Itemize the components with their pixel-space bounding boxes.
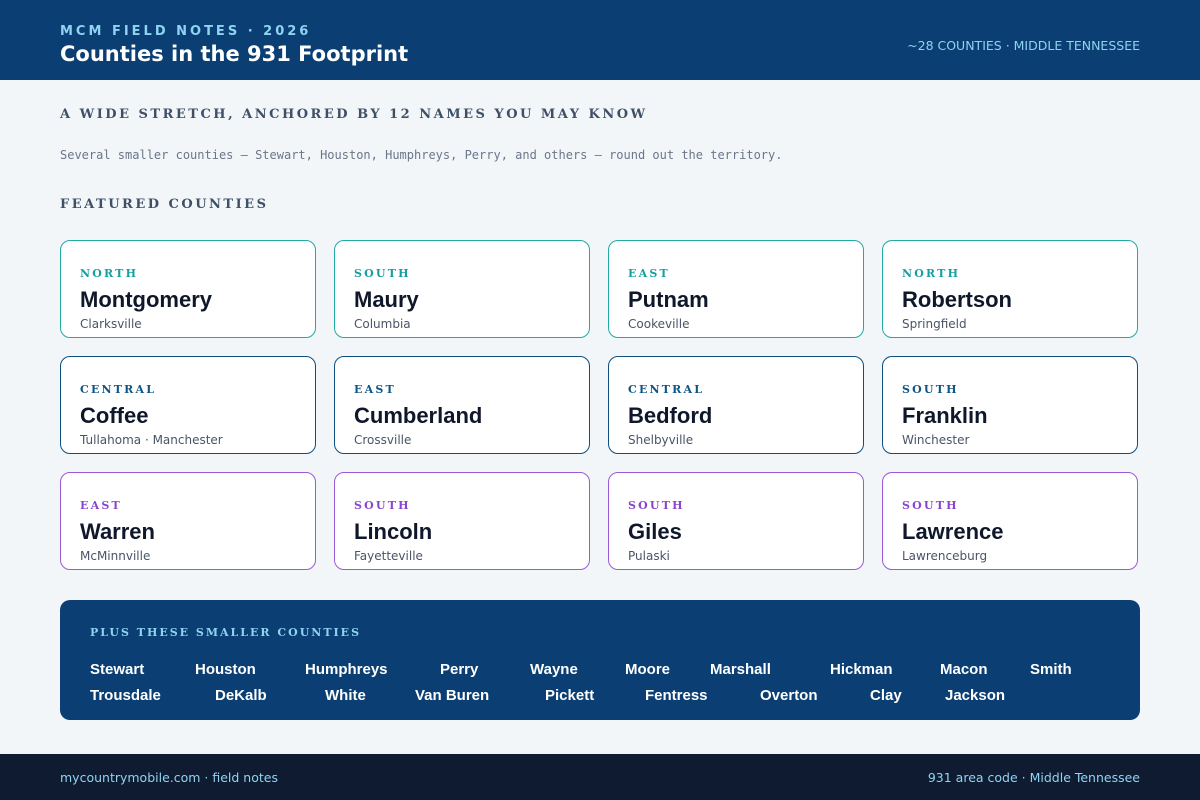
county-card: SOUTH Lincoln Fayetteville: [334, 472, 590, 570]
county-card: NORTH Montgomery Clarksville: [60, 240, 316, 338]
county-city: Lawrenceburg: [902, 549, 988, 563]
county-tag: Marshall: [710, 661, 771, 678]
county-tag: Pickett: [545, 687, 595, 704]
county-name: Putnam: [628, 287, 709, 312]
county-city: Columbia: [354, 317, 411, 331]
county-city: McMinnville: [80, 549, 151, 563]
county-tag: Macon: [940, 661, 988, 678]
county-region: NORTH: [80, 267, 139, 280]
county-tag: Stewart: [90, 661, 145, 678]
county-city: Clarksville: [80, 317, 142, 331]
county-name: Cumberland: [354, 403, 483, 428]
county-tag: Overton: [760, 687, 818, 704]
county-card: SOUTH Maury Columbia: [334, 240, 590, 338]
county-region: SOUTH: [902, 383, 959, 396]
footer-source: mycountrymobile.com · field notes: [60, 770, 278, 785]
intro-heading: A WIDE STRETCH, ANCHORED BY 12 NAMES YOU…: [60, 107, 648, 122]
county-card: SOUTH Giles Pulaski: [608, 472, 864, 570]
county-card: EAST Warren McMinnville: [60, 472, 316, 570]
county-card: CENTRAL Coffee Tullahoma · Manchester: [60, 356, 316, 454]
county-card: EAST Cumberland Crossville: [334, 356, 590, 454]
county-city: Springfield: [902, 317, 967, 331]
county-city: Pulaski: [628, 549, 670, 563]
county-city: Crossville: [354, 433, 412, 447]
county-tag: Perry: [440, 661, 479, 678]
county-tag: Trousdale: [90, 687, 161, 704]
county-name: Lincoln: [354, 519, 433, 544]
county-tag: Houston: [195, 661, 256, 678]
footer-area-code: 931 area code · Middle Tennessee: [927, 770, 1140, 785]
county-name: Robertson: [902, 287, 1012, 312]
smaller-counties-panel: PLUS THESE SMALLER COUNTIES Stewart Hous…: [60, 600, 1140, 720]
county-name: Coffee: [80, 403, 149, 428]
county-tag: Smith: [1030, 661, 1072, 678]
county-name: Giles: [628, 519, 682, 544]
county-card: SOUTH Lawrence Lawrenceburg: [882, 472, 1138, 570]
county-card: SOUTH Franklin Winchester: [882, 356, 1138, 454]
county-tag: White: [325, 687, 366, 704]
county-tag: Fentress: [645, 687, 708, 704]
county-name: Lawrence: [902, 519, 1004, 544]
county-tag: Wayne: [530, 661, 578, 678]
county-city: Shelbyville: [628, 433, 694, 447]
county-card: NORTH Robertson Springfield: [882, 240, 1138, 338]
county-name: Maury: [354, 287, 419, 312]
county-city: Cookeville: [628, 317, 690, 331]
county-card: CENTRAL Bedford Shelbyville: [608, 356, 864, 454]
county-region: SOUTH: [354, 499, 411, 512]
county-name: Franklin: [902, 403, 988, 428]
county-region: EAST: [354, 383, 396, 396]
county-region: EAST: [628, 267, 670, 280]
county-region: EAST: [80, 499, 122, 512]
county-card: EAST Putnam Cookeville: [608, 240, 864, 338]
county-region: NORTH: [902, 267, 961, 280]
header-summary: ~28 COUNTIES · MIDDLE TENNESSEE: [907, 38, 1140, 53]
county-region: SOUTH: [902, 499, 959, 512]
county-name: Montgomery: [80, 287, 212, 312]
county-tag: Humphreys: [305, 661, 388, 678]
county-region: CENTRAL: [628, 383, 705, 396]
county-tag: Jackson: [945, 687, 1006, 704]
county-tag: Hickman: [830, 661, 893, 678]
featured-heading: FEATURED COUNTIES: [60, 197, 269, 212]
county-name: Bedford: [628, 403, 713, 428]
page-footer: mycountrymobile.com · field notes 931 ar…: [0, 754, 1200, 800]
county-tag: Clay: [870, 687, 902, 704]
county-name: Warren: [80, 519, 155, 544]
county-city: Fayetteville: [354, 549, 423, 563]
page-header: MCM FIELD NOTES · 2026 Counties in the 9…: [0, 0, 1200, 80]
intro-subtitle: Several smaller counties — Stewart, Hous…: [60, 148, 783, 162]
county-tag: DeKalb: [215, 687, 267, 704]
county-city: Winchester: [902, 433, 970, 447]
page-title: Counties in the 931 Footprint: [60, 42, 409, 66]
county-tag: Van Buren: [415, 687, 490, 704]
county-tag: Moore: [625, 661, 670, 678]
header-kicker: MCM FIELD NOTES · 2026: [60, 24, 312, 39]
county-city: Tullahoma · Manchester: [80, 433, 223, 447]
county-region: SOUTH: [628, 499, 685, 512]
smaller-counties-heading: PLUS THESE SMALLER COUNTIES: [90, 626, 362, 639]
county-region: SOUTH: [354, 267, 411, 280]
county-region: CENTRAL: [80, 383, 157, 396]
